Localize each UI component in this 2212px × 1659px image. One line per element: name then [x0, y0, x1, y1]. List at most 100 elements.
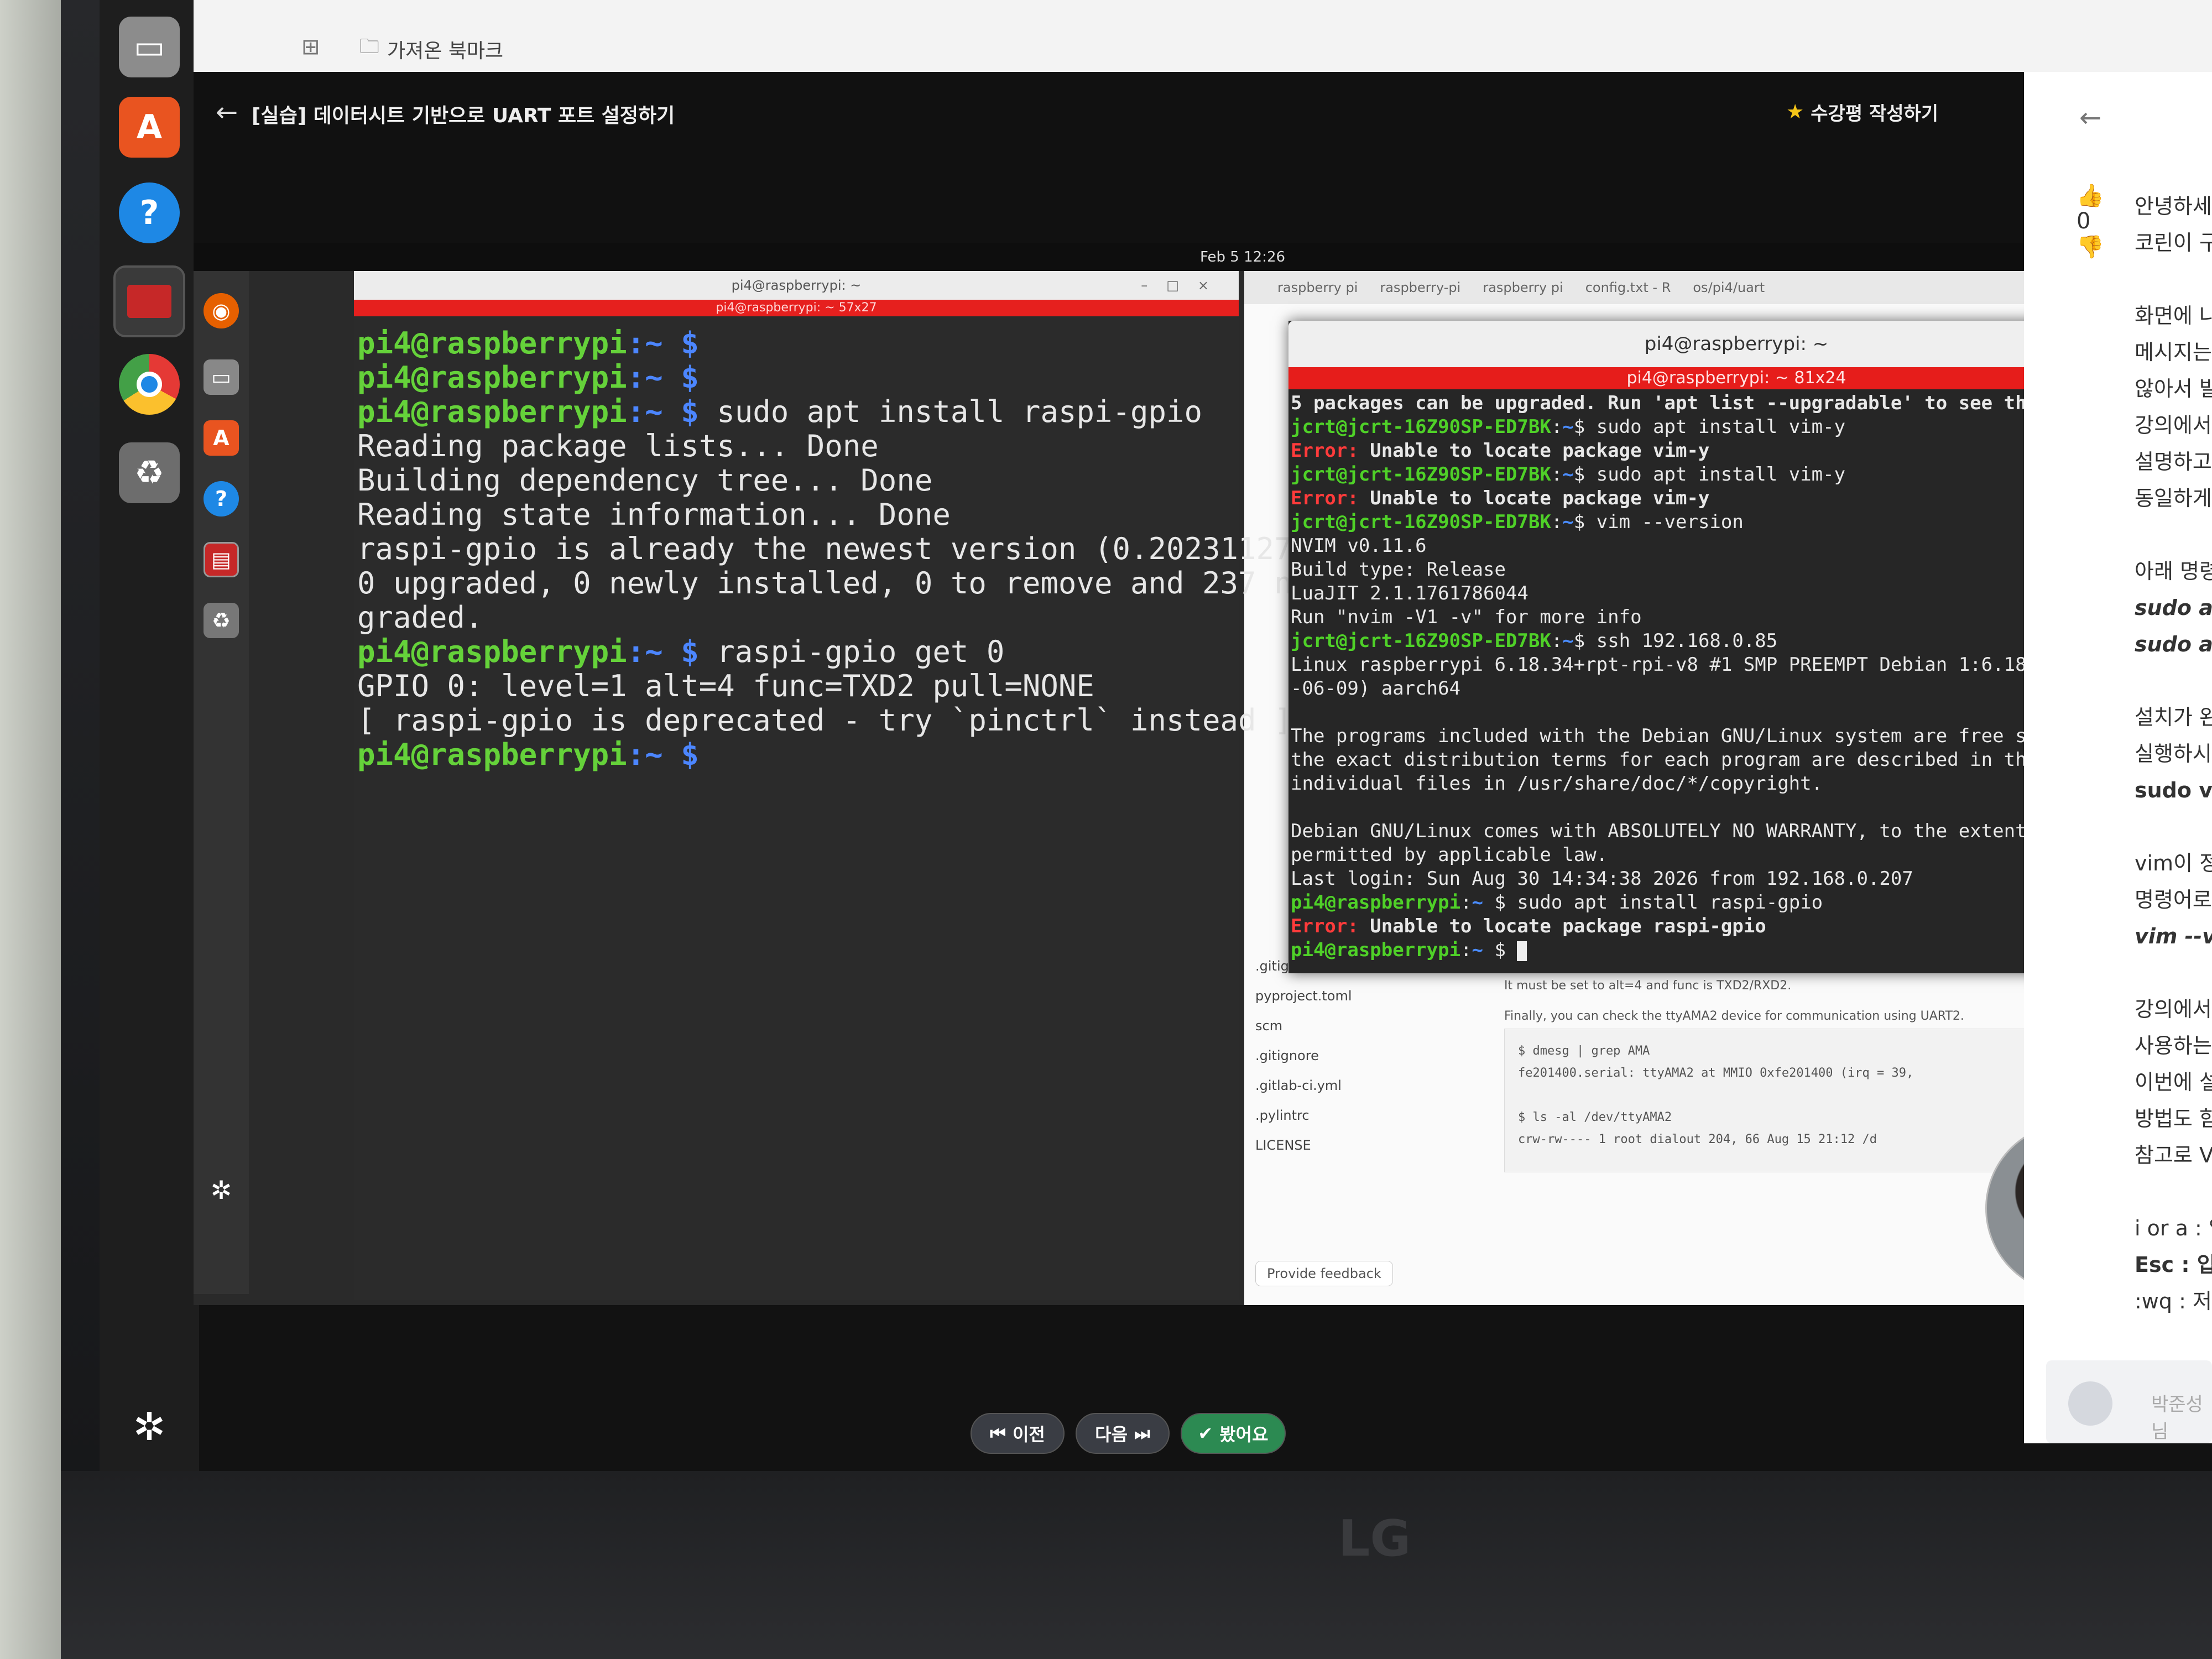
terminal-line: [ raspi-gpio is deprecated - try `pinctr…: [357, 703, 1292, 738]
prompt-path: :~: [627, 394, 663, 429]
terminal-line: jcrt@jcrt-16Z90SP-ED7BK:~$ ssh 192.168.0…: [1291, 629, 2124, 653]
files-icon[interactable]: ▭: [119, 17, 180, 77]
terminal-line: the exact distribution terms for each pr…: [1291, 748, 2124, 772]
terminal-line: NVIM v0.11.6: [1291, 534, 2124, 558]
browser-tab[interactable]: raspberry-pi: [1380, 280, 1460, 295]
terminal-line: pi4@raspberrypi:~ $ sudo apt install ras…: [357, 395, 1235, 429]
file-tree-item[interactable]: scm: [1255, 1011, 1352, 1041]
write-review-button[interactable]: ★ 수강평 작성하기: [1786, 98, 1938, 126]
question-line: 안녕하세: [2135, 194, 2212, 218]
question-body: 안녕하세 코린이 구 화면에 나 메시지는 않아서 발 강의에서 설명하고 동일하게 아래 …: [2135, 188, 2212, 1319]
remote-desktop-icon[interactable]: ▤: [204, 542, 239, 577]
help-icon[interactable]: ?: [204, 481, 239, 517]
right-terminal-output: 5 packages can be upgraded. Run 'apt lis…: [1288, 389, 2124, 964]
vote-widget[interactable]: 👍 0 👎: [2077, 182, 2104, 260]
terminal-segment: jcrt@jcrt-16Z90SP-ED7BK: [1291, 463, 1551, 486]
remote-desktop-icon[interactable]: [113, 265, 185, 337]
right-terminal-window[interactable]: pi4@raspberrypi: ~ –□× pi4@raspberrypi: …: [1288, 321, 2124, 973]
lecture-video[interactable]: Feb 5 12:26 ⁂🔊⏻ ◉ ▭ A ? ▤ ♻ ✲ raspberry …: [194, 243, 2124, 1305]
next-icon: ⏭: [1134, 1422, 1150, 1444]
terminal-line: pi4@raspberrypi:~ $ sudo apt install ras…: [1291, 891, 2124, 915]
show-apps-icon[interactable]: ✲: [204, 1172, 239, 1208]
photo-background: ▭ A ? ♻ ✲ ⊞ 🗀 가져온 북마크 ← [실습] 데이터시트 기반으로 …: [0, 0, 2212, 1659]
left-terminal-title: pi4@raspberrypi: ~: [731, 278, 862, 293]
file-tree-item[interactable]: .pylintrc: [1255, 1100, 1352, 1130]
mark-watched-button[interactable]: ✔ 봤어요: [1181, 1413, 1286, 1454]
terminal-line: jcrt@jcrt-16Z90SP-ED7BK:~$ sudo apt inst…: [1291, 415, 2124, 439]
chrome-icon[interactable]: [119, 354, 180, 415]
file-tree-item[interactable]: .gitignore: [1255, 1041, 1352, 1071]
browser-tab[interactable]: os/pi4/uart: [1693, 280, 1765, 295]
provide-feedback-button[interactable]: Provide feedback: [1255, 1261, 1393, 1286]
terminal-segment: Error:: [1291, 915, 1359, 937]
browser-tab[interactable]: raspberry pi: [1277, 280, 1358, 295]
right-terminal-subtitle: pi4@raspberrypi: ~ 81x24: [1288, 367, 2124, 389]
terminal-line: Reading package lists... Done: [357, 429, 879, 463]
wall-background: [0, 0, 61, 1659]
terminal-line: pi4@raspberrypi:~ $ raspi-gpio get 0: [357, 635, 1235, 669]
thumbs-up-icon[interactable]: 👍: [2077, 182, 2104, 208]
lecture-title: [실습] 데이터시트 기반으로 UART 포트 설정하기: [252, 105, 675, 127]
next-button[interactable]: 다음 ⏭: [1076, 1413, 1170, 1454]
terminal-segment: Unable to locate package vim-y: [1358, 440, 1710, 462]
terminal-line: GPIO 0: level=1 alt=4 func=TXD2 pull=NON…: [357, 669, 1094, 703]
bookmark-folder[interactable]: 🗀 가져온 북마크: [359, 32, 503, 66]
prompt-user: pi4@raspberrypi: [357, 394, 627, 429]
prompt-path: :~: [627, 326, 663, 361]
terminal-segment: -06-09) aarch64: [1291, 677, 1461, 700]
terminal-line: jcrt@jcrt-16Z90SP-ED7BK:~$ vim --version: [1291, 510, 2124, 534]
left-terminal-output: pi4@raspberrypi:~ $ pi4@raspberrypi:~ $ …: [354, 316, 1382, 782]
thumbs-down-icon[interactable]: 👎: [2077, 234, 2104, 260]
comment-input[interactable]: 박준성 님: [2046, 1360, 2212, 1443]
terminal-segment: ~: [1562, 511, 1574, 533]
firefox-icon[interactable]: ◉: [204, 293, 239, 328]
question-line: 않아서 발: [2135, 377, 2212, 401]
terminal-line: Debian GNU/Linux comes with ABSOLUTELY N…: [1291, 820, 2124, 843]
left-terminal-window[interactable]: pi4@raspberrypi: ~ –□× pi4@raspberrypi: …: [354, 271, 1382, 1300]
show-apps-icon[interactable]: ✲: [127, 1404, 171, 1449]
terminal-segment: ~: [1562, 416, 1574, 438]
terminal-segment: Unable to locate package vim-y: [1358, 487, 1710, 509]
question-line: 강의에서: [2135, 997, 2212, 1021]
trash-icon[interactable]: ♻: [119, 442, 180, 503]
question-line: 강의에서: [2135, 413, 2212, 437]
help-icon[interactable]: ?: [119, 182, 180, 243]
app-center-icon[interactable]: A: [204, 420, 239, 456]
terminal-segment: pi4@raspberrypi: [1291, 891, 1461, 914]
back-arrow-icon[interactable]: ←: [2079, 102, 2101, 133]
browser-tabs: raspberry pi raspberry-pi raspberry pi conf…: [1244, 271, 2124, 304]
terminal-segment: Unable to locate package raspi-gpio: [1358, 915, 1766, 937]
pi-top-panel: Feb 5 12:26 ⁂🔊⏻: [194, 243, 2124, 271]
terminal-segment: pi4@raspberrypi: [1291, 939, 1461, 961]
prev-button[interactable]: ⏮ 이전: [971, 1413, 1065, 1454]
browser-tab[interactable]: config.txt - R: [1585, 280, 1671, 295]
monitor-brand-logo: LG: [1338, 1510, 1411, 1568]
prompt-path: :~: [627, 634, 663, 669]
file-tree-item[interactable]: .gitlab-ci.yml: [1255, 1071, 1352, 1100]
terminal-segment: $ sudo apt install vim-y: [1573, 463, 1846, 486]
prompt-symbol: $: [662, 394, 717, 429]
question-line: vim이 정: [2135, 851, 2212, 875]
terminal-segment: Linux raspberrypi 6.18.34+rpt-rpi-v8 #1 …: [1291, 654, 2124, 676]
terminal-line: individual files in /usr/share/doc/*/cop…: [1291, 772, 2124, 796]
files-icon[interactable]: ▭: [204, 359, 239, 395]
doc-text: It must be set to alt=4 and func is TXD2…: [1504, 979, 1964, 1023]
command-text: raspi-gpio get 0: [717, 634, 1005, 669]
file-tree-item[interactable]: LICENSE: [1255, 1130, 1352, 1160]
mark-watched-label: 봤어요: [1219, 1424, 1269, 1445]
question-line: 아래 명령: [2135, 559, 2212, 583]
back-arrow-icon[interactable]: ←: [216, 97, 238, 128]
app-center-icon[interactable]: A: [119, 97, 180, 158]
browser-tab[interactable]: raspberry pi: [1483, 280, 1563, 295]
terminal-line: The programs included with the Debian GN…: [1291, 724, 2124, 748]
question-line: [2135, 662, 2212, 699]
apps-grid-icon[interactable]: ⊞: [301, 34, 320, 60]
trash-icon[interactable]: ♻: [204, 603, 239, 638]
right-terminal-titlebar: pi4@raspberrypi: ~ –□×: [1288, 321, 2124, 367]
prompt-symbol: $: [662, 326, 717, 361]
window-controls[interactable]: –□×: [1141, 271, 1228, 300]
question-line: 실행하시: [2135, 742, 2212, 766]
terminal-line: 5 packages can be upgraded. Run 'apt lis…: [1291, 392, 2124, 415]
file-tree-item[interactable]: pyproject.toml: [1255, 981, 1352, 1011]
write-review-label: 수강평 작성하기: [1811, 103, 1939, 125]
